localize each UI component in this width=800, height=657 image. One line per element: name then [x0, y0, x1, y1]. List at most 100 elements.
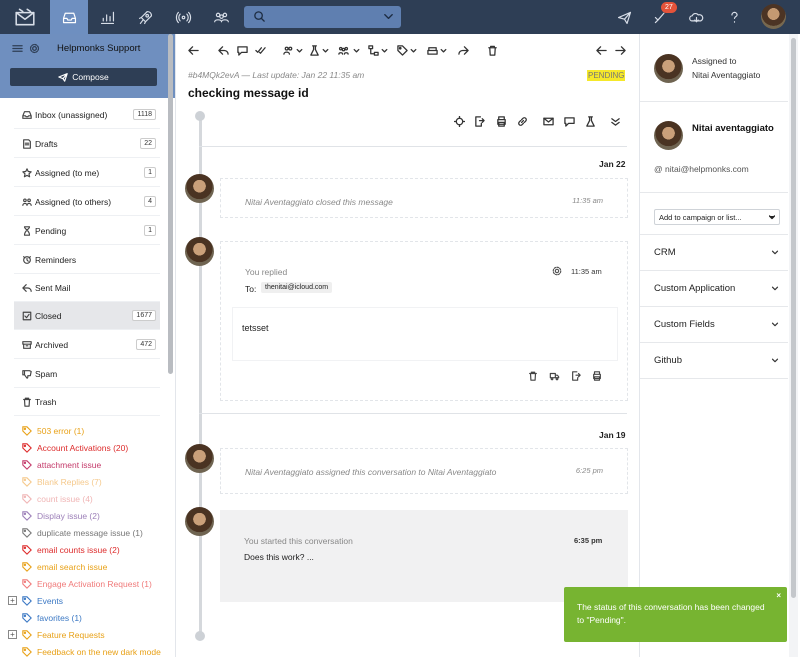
forward-icon[interactable] — [458, 45, 469, 56]
contact-email[interactable]: @ nitai@helpmonks.com — [654, 164, 749, 174]
group-icon — [22, 198, 32, 206]
back-arrow-icon[interactable] — [188, 45, 199, 56]
move-icon[interactable] — [427, 45, 438, 56]
chevron-down-icon[interactable] — [440, 45, 447, 56]
double-check-icon[interactable] — [255, 45, 266, 56]
flask-icon[interactable] — [585, 116, 596, 127]
print-icon[interactable] — [496, 116, 507, 127]
folder-pending[interactable]: Pending 1 — [14, 217, 160, 245]
tag-item[interactable]: Feature Requests — [22, 626, 105, 643]
section-github[interactable]: Github — [640, 343, 788, 379]
scrollbar-thumb[interactable] — [791, 38, 796, 598]
tag-item[interactable]: Blank Replies (7) — [22, 473, 102, 490]
rocket-nav-icon[interactable] — [126, 0, 164, 34]
print-icon[interactable] — [592, 371, 602, 381]
trash-icon[interactable] — [487, 45, 498, 56]
help-icon[interactable] — [715, 0, 753, 34]
search-box[interactable] — [244, 6, 401, 28]
folder-sent[interactable]: Sent Mail — [14, 274, 160, 302]
folder-assigned-others[interactable]: Assigned (to others) 4 — [14, 188, 160, 216]
tag-item[interactable]: Account Activations (20) — [22, 439, 128, 456]
workflow-icon[interactable] — [368, 45, 379, 56]
chevron-down-icon[interactable] — [410, 45, 417, 56]
export-icon[interactable] — [474, 116, 485, 127]
contact-name[interactable]: Nitai aventaggiato — [692, 123, 774, 134]
folder-archived[interactable]: Archived 472 — [14, 331, 160, 359]
mail-logo-icon[interactable] — [6, 0, 44, 34]
broadcast-nav-icon[interactable] — [164, 0, 202, 34]
tag-item[interactable]: attachment issue — [22, 456, 101, 473]
tag-item[interactable]: duplicate message issue (1) — [22, 524, 143, 541]
folder-drafts[interactable]: Drafts 22 — [14, 130, 160, 158]
right-scrollbar[interactable] — [789, 34, 798, 657]
chevron-down-icon[interactable] — [353, 45, 360, 56]
send-icon[interactable] — [605, 0, 643, 34]
chevron-down-icon[interactable] — [322, 45, 329, 56]
mailbox-name[interactable]: Helpmonks Support — [57, 43, 140, 54]
folder-label: Trash — [35, 396, 57, 407]
team-icon[interactable] — [338, 45, 349, 56]
caret-down-icon — [769, 215, 775, 220]
drafts-icon — [23, 138, 31, 149]
tag-item[interactable]: Events — [22, 592, 63, 609]
event-assigned: Nitai Aventaggiato assigned this convers… — [220, 448, 628, 494]
chevron-down-icon — [771, 286, 779, 291]
reports-nav-icon[interactable] — [88, 0, 126, 34]
tag-item[interactable]: Engage Activation Request (1) — [22, 575, 152, 592]
tag-label: Feedback on the new dark mode — [37, 646, 161, 657]
reply-icon[interactable] — [218, 45, 229, 56]
cloud-icon[interactable] — [677, 0, 715, 34]
tag-item[interactable]: Feedback on the new dark mode — [22, 643, 161, 657]
folder-inbox[interactable]: Inbox (unassigned) 1118 — [14, 101, 160, 129]
next-arrow-icon[interactable] — [615, 45, 626, 56]
tag-item[interactable]: email search issue — [22, 558, 107, 575]
expand-icon[interactable]: + — [8, 596, 17, 605]
gear-icon[interactable] — [29, 43, 40, 54]
compose-button[interactable]: Compose — [10, 68, 157, 86]
folder-label: Closed — [35, 310, 62, 321]
folder-closed[interactable]: Closed 1677 — [14, 302, 160, 330]
trash-icon[interactable] — [528, 371, 538, 381]
section-crm[interactable]: CRM — [640, 235, 788, 271]
prev-arrow-icon[interactable] — [596, 45, 607, 56]
folder-reminders[interactable]: Reminders — [14, 246, 160, 274]
menu-icon[interactable] — [12, 43, 23, 54]
truck-icon[interactable] — [549, 371, 560, 381]
team-nav-icon[interactable] — [202, 0, 240, 34]
assign-users-icon[interactable] — [283, 45, 294, 56]
folder-label: Archived — [35, 339, 69, 350]
avatar[interactable] — [761, 4, 786, 29]
export-icon[interactable] — [571, 371, 581, 381]
envelope-icon[interactable] — [543, 116, 554, 127]
comment-icon[interactable] — [237, 45, 248, 56]
chevron-down-icon[interactable] — [296, 45, 303, 56]
collapse-chevron-icon[interactable] — [610, 116, 621, 127]
recipient-chip[interactable]: thenitai@icloud.com — [261, 282, 333, 293]
gear-icon[interactable] — [552, 266, 562, 276]
comment-icon[interactable] — [564, 116, 575, 127]
flask-icon[interactable] — [309, 45, 320, 56]
contact-avatar — [654, 121, 683, 150]
tag-item[interactable]: count issue (4) — [22, 490, 93, 507]
assigned-name[interactable]: Nitai Aventaggiato — [692, 70, 760, 80]
chevron-down-icon[interactable] — [381, 45, 388, 56]
expand-icon[interactable]: + — [8, 630, 17, 639]
folder-trash[interactable]: Trash — [14, 388, 160, 416]
link-icon[interactable] — [517, 116, 528, 127]
close-icon[interactable]: × — [776, 591, 781, 600]
tag-item[interactable]: email counts issue (2) — [22, 541, 120, 558]
sidebar-scrollbar[interactable] — [168, 34, 173, 374]
section-custom-fields[interactable]: Custom Fields — [640, 307, 788, 343]
crosshair-icon[interactable] — [454, 116, 465, 127]
tag-item[interactable]: 503 error (1) — [22, 422, 84, 439]
tag-item[interactable]: favorites (1) — [22, 609, 82, 626]
reply-message[interactable]: You replied 11:35 am To: thenitai@icloud… — [220, 241, 628, 401]
tag-icon[interactable] — [397, 45, 408, 56]
folder-assigned-me[interactable]: Assigned (to me) 1 — [14, 159, 160, 187]
inbox-nav-icon[interactable] — [50, 0, 88, 34]
folder-spam[interactable]: Spam — [14, 360, 160, 388]
campaign-select[interactable]: Add to campaign or list... — [654, 209, 780, 225]
tag-item[interactable]: Display issue (2) — [22, 507, 100, 524]
chevron-down-icon[interactable] — [382, 10, 395, 23]
section-custom-application[interactable]: Custom Application — [640, 271, 788, 307]
